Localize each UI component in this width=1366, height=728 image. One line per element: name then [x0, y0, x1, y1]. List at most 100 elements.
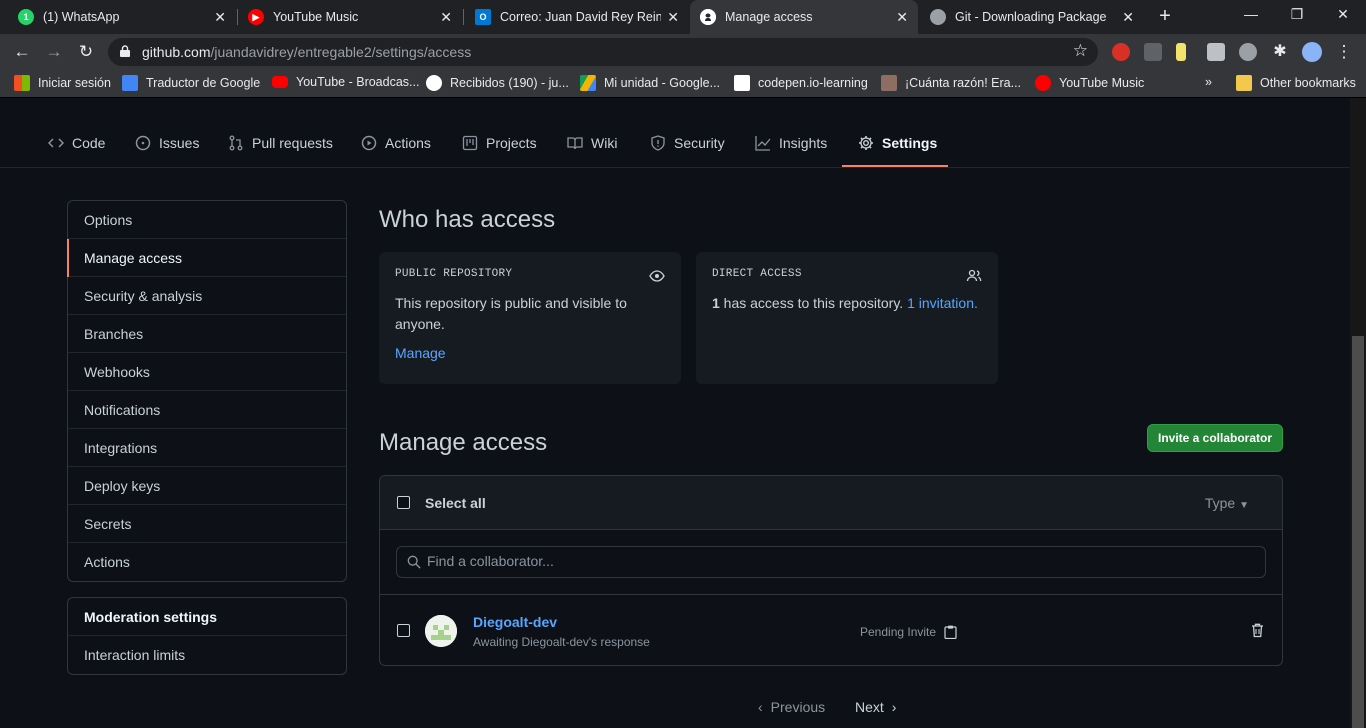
tab-wiki[interactable]: Wiki [567, 132, 617, 154]
copy-clipboard-icon[interactable] [944, 625, 957, 639]
restore-icon[interactable]: ❐ [1282, 6, 1312, 23]
tab-label: Security [674, 135, 725, 151]
sidebar-item-webhooks[interactable]: Webhooks [68, 353, 346, 391]
direct-access-label: DIRECT ACCESS [712, 268, 802, 280]
collaborator-search[interactable] [396, 546, 1266, 578]
bookmark-item[interactable]: YouTube Music [1035, 75, 1144, 91]
collaborator-checkbox[interactable] [397, 624, 410, 637]
collaborator-name[interactable]: Diegoalt-dev [473, 614, 557, 630]
sidebar-item-interaction-limits[interactable]: Interaction limits [68, 636, 346, 674]
sidebar-item-security-analysis[interactable]: Security & analysis [68, 277, 346, 315]
bookmark-label: codepen.io-learning [758, 76, 868, 90]
folder-icon [1236, 75, 1252, 91]
pagination-next[interactable]: Next › [855, 699, 896, 715]
forward-icon[interactable]: → [44, 42, 64, 62]
tab-title: Manage access [725, 10, 813, 24]
profile-avatar[interactable] [1302, 42, 1322, 62]
tab-label: Wiki [591, 135, 618, 151]
minimize-icon[interactable]: — [1236, 6, 1266, 22]
direct-access-text: 1 has access to this repository. 1 invit… [712, 293, 982, 314]
tab-actions[interactable]: Actions [361, 132, 431, 154]
search-input[interactable] [427, 553, 1247, 569]
avatar[interactable] [425, 615, 457, 647]
tab-security[interactable]: Security [650, 132, 725, 154]
pagination-previous[interactable]: ‹ Previous [758, 699, 825, 715]
tab-title: Correo: Juan David Rey Reina - [500, 10, 662, 24]
tab-settings[interactable]: Settings [858, 132, 937, 154]
other-bookmarks[interactable]: Other bookmarks [1236, 75, 1356, 91]
tab-pull-requests[interactable]: Pull requests [228, 132, 333, 154]
browser-tab-whatsapp[interactable]: 1 (1) WhatsApp ✕ [8, 0, 236, 34]
sidebar-item-branches[interactable]: Branches [68, 315, 346, 353]
sidebar-item-deploy-keys[interactable]: Deploy keys [68, 467, 346, 505]
select-all-checkbox[interactable] [397, 496, 410, 509]
bookmark-item[interactable]: Mi unidad - Google... [580, 75, 720, 91]
bookmark-item[interactable]: ¡Cuánta razón! Era... [881, 75, 1021, 91]
new-tab-icon[interactable]: + [1154, 5, 1176, 27]
close-tab-icon[interactable]: ✕ [1122, 9, 1134, 26]
tab-projects[interactable]: Projects [462, 132, 537, 154]
tab-label: Settings [882, 135, 938, 151]
puzzle-icon[interactable]: ✱ [1271, 43, 1289, 61]
caret-down-icon: ▼ [1239, 500, 1249, 511]
close-tab-icon[interactable]: ✕ [667, 9, 679, 26]
browser-tab-youtube-music[interactable]: ▶ YouTube Music ✕ [238, 0, 462, 34]
close-tab-icon[interactable]: ✕ [214, 9, 226, 26]
more-bookmarks-button[interactable]: » [1205, 75, 1212, 89]
sidebar-item-integrations[interactable]: Integrations [68, 429, 346, 467]
browser-tab-correo[interactable]: O Correo: Juan David Rey Reina - ✕ [465, 0, 689, 34]
bookmark-label: ¡Cuánta razón! Era... [905, 76, 1022, 90]
public-repository-label: PUBLIC REPOSITORY [395, 268, 513, 280]
extension-icon[interactable] [1207, 43, 1225, 61]
bookmark-item[interactable]: YouTube - Broadcas... [272, 75, 419, 89]
trash-icon[interactable] [1251, 623, 1264, 638]
invite-collaborator-button[interactable]: Invite a collaborator [1147, 424, 1283, 452]
bookmark-item[interactable]: Recibidos (190) - ju... [426, 75, 569, 91]
next-label: Next [855, 699, 884, 715]
gear-icon [859, 136, 873, 150]
invitation-link[interactable]: 1 invitation. [907, 295, 978, 311]
manage-visibility-link[interactable]: Manage [395, 345, 665, 361]
bookmark-item[interactable]: codepen.io-learning [734, 75, 868, 91]
sidebar-item-notifications[interactable]: Notifications [68, 391, 346, 429]
bookmark-item[interactable]: Traductor de Google [122, 75, 260, 91]
type-filter-label: Type [1204, 495, 1236, 511]
sidebar-item-options[interactable]: Options [68, 201, 346, 239]
bookmark-star-icon[interactable]: ☆ [1073, 41, 1088, 61]
youtube-icon [272, 76, 288, 88]
people-icon [966, 269, 982, 282]
extension-icon[interactable] [1144, 43, 1162, 61]
bookmark-label: Other bookmarks [1260, 76, 1356, 90]
close-tab-icon[interactable]: ✕ [896, 9, 908, 26]
menu-dots-icon[interactable]: ⋮ [1334, 42, 1354, 62]
tab-insights[interactable]: Insights [755, 132, 827, 154]
extension-icon[interactable] [1239, 43, 1257, 61]
tab-code[interactable]: Code [48, 132, 105, 154]
address-bar[interactable]: github.com/juandavidrey/entregable2/sett… [108, 38, 1098, 66]
tab-issues[interactable]: Issues [135, 132, 199, 154]
reload-icon[interactable]: ↻ [76, 42, 96, 62]
extension-icon[interactable] [1176, 43, 1186, 61]
tab-label: Actions [385, 135, 431, 151]
scrollbar-thumb[interactable] [1352, 336, 1364, 728]
settings-sidebar: Options Manage access Security & analysi… [67, 200, 347, 582]
browser-tab-manage-access[interactable]: Manage access ✕ [690, 0, 918, 34]
selected-tab-indicator [842, 165, 948, 167]
sidebar-item-manage-access[interactable]: Manage access [67, 239, 346, 277]
github-icon [700, 9, 716, 25]
back-icon[interactable]: ← [12, 42, 32, 62]
eye-icon [649, 270, 665, 282]
page-scrollbar[interactable] [1350, 98, 1366, 728]
direct-access-count: 1 [712, 295, 720, 311]
sidebar-item-secrets[interactable]: Secrets [68, 505, 346, 543]
close-window-icon[interactable]: ✕ [1328, 6, 1358, 23]
close-tab-icon[interactable]: ✕ [440, 9, 452, 26]
browser-tab-git-download[interactable]: Git - Downloading Package ✕ [920, 0, 1144, 34]
bookmark-label: Mi unidad - Google... [604, 76, 721, 90]
type-filter-dropdown[interactable]: Type ▼ [1205, 495, 1249, 511]
sidebar-item-actions[interactable]: Actions [68, 543, 346, 581]
pending-invite: Pending Invite [860, 625, 957, 639]
bookmark-item[interactable]: Iniciar sesión [14, 75, 111, 91]
adblock-extension-icon[interactable] [1112, 43, 1130, 61]
previous-label: Previous [770, 699, 826, 715]
